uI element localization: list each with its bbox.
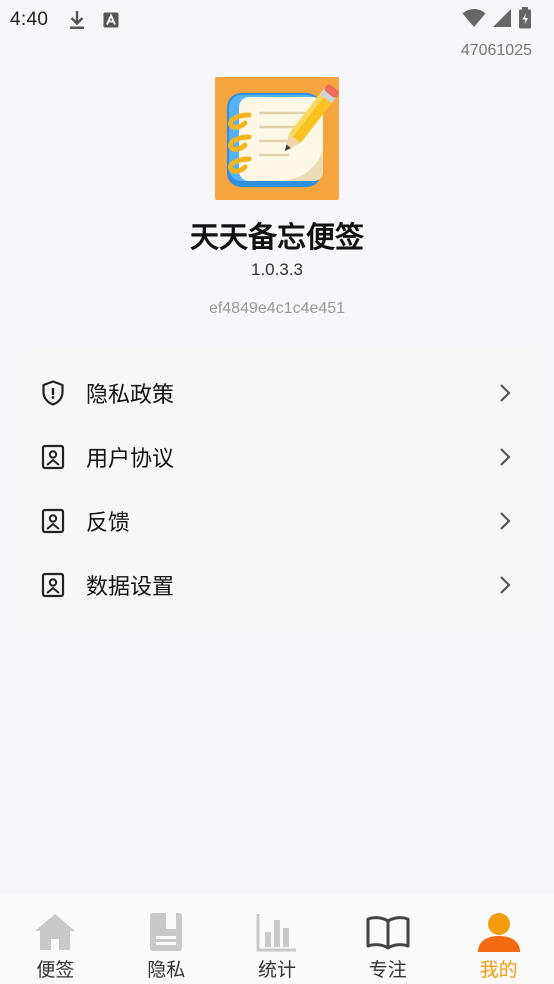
nav-item-notes[interactable]: 便签 [0, 893, 111, 984]
chevron-right-icon [498, 447, 512, 467]
wifi-icon [462, 8, 486, 32]
nav-label: 便签 [36, 959, 75, 981]
build-id: 47061025 [460, 42, 532, 59]
app-logo [215, 77, 339, 200]
nav-item-stats[interactable]: 统计 [222, 893, 333, 984]
status-right-group [462, 7, 532, 33]
bookmark-icon [40, 572, 66, 598]
chevron-right-icon [498, 511, 512, 531]
menu-item-user-agreement[interactable]: 用户协议 [16, 425, 538, 489]
menu-item-privacy-policy[interactable]: 隐私政策 [16, 361, 538, 425]
device-id: ef4849e4c1c4e451 [208, 300, 346, 317]
nav-label: 我的 [479, 959, 518, 981]
menu-item-feedback[interactable]: 反馈 [16, 489, 538, 553]
nav-label: 隐私 [147, 959, 186, 981]
download-icon [66, 9, 88, 31]
status-time: 4:40 [10, 9, 49, 30]
person-icon [477, 911, 521, 953]
chevron-right-icon [498, 383, 512, 403]
nav-label: 专注 [368, 959, 407, 981]
text-a-icon [100, 9, 122, 31]
nav-item-privacy[interactable]: 隐私 [111, 893, 222, 984]
bookmark-icon [40, 444, 66, 470]
bar-chart-icon [255, 911, 299, 953]
nav-item-me[interactable]: 我的 [443, 893, 554, 984]
menu-item-label: 数据设置 [86, 575, 175, 600]
bottom-nav: 便签 隐私 统计 专注 我的 [0, 893, 554, 984]
bookmark-icon [40, 508, 66, 534]
menu-item-label: 反馈 [86, 511, 131, 536]
status-bar: 4:40 [0, 0, 554, 40]
signal-icon [492, 8, 512, 32]
nav-item-focus[interactable]: 专注 [332, 893, 443, 984]
settings-menu: 隐私政策 用户协议 反馈 数据设置 [16, 346, 538, 632]
app-name: 天天备忘便签 [189, 220, 364, 254]
home-icon [33, 911, 77, 953]
nav-label: 统计 [257, 959, 296, 981]
app-version: 1.0.3.3 [251, 260, 303, 279]
shield-icon [40, 380, 66, 406]
menu-item-label: 隐私政策 [86, 383, 175, 408]
menu-item-data-settings[interactable]: 数据设置 [16, 553, 538, 617]
battery-icon [518, 7, 532, 33]
menu-item-label: 用户协议 [86, 447, 175, 472]
book-open-icon [366, 911, 410, 953]
chevron-right-icon [498, 575, 512, 595]
notebook-icon [144, 911, 188, 953]
